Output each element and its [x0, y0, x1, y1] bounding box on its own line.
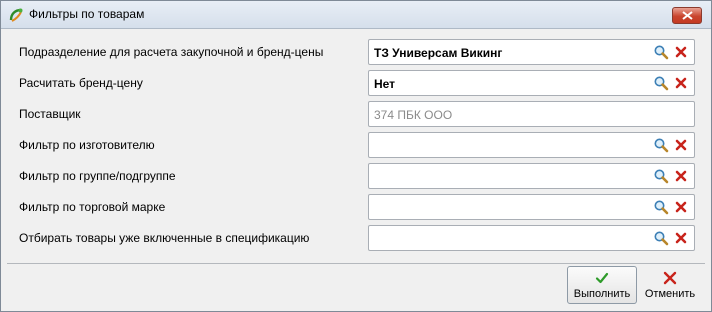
trademark-field[interactable]: [368, 194, 695, 220]
window-title: Фильтры по товарам: [29, 7, 145, 21]
search-icon[interactable]: [653, 44, 669, 60]
in-spec-field[interactable]: [368, 225, 695, 251]
field-value: 374 ПБК ООО: [374, 108, 453, 122]
filter-dialog: Фильтры по товарам Подразделение для рас…: [0, 0, 712, 312]
group-field[interactable]: [368, 163, 695, 189]
filter-label: Подразделение для расчета закупочной и б…: [19, 45, 324, 59]
search-icon[interactable]: [653, 137, 669, 153]
title-bar: Фильтры по товарам: [1, 1, 711, 29]
field-value: ТЗ Универсам Викинг: [374, 46, 503, 60]
search-icon[interactable]: [653, 75, 669, 91]
filter-label: Поставщик: [19, 107, 81, 121]
filter-label: Фильтр по изготовителю: [19, 138, 155, 152]
search-icon[interactable]: [653, 230, 669, 246]
field-value: Нет: [374, 77, 396, 91]
filter-row-manufacturer: Фильтр по изготовителю: [9, 131, 703, 159]
footer-divider: [7, 263, 705, 264]
filter-row-supplier: Поставщик 374 ПБК ООО: [9, 100, 703, 128]
supplier-field: 374 ПБК ООО: [368, 101, 695, 127]
clear-icon[interactable]: [675, 232, 687, 244]
division-field[interactable]: ТЗ Универсам Викинг: [368, 39, 695, 65]
search-icon[interactable]: [653, 168, 669, 184]
filter-label: Фильтр по группе/подгруппе: [19, 169, 176, 183]
manufacturer-field[interactable]: [368, 132, 695, 158]
filter-row-division: Подразделение для расчета закупочной и б…: [9, 38, 703, 66]
filter-row-group: Фильтр по группе/подгруппе: [9, 162, 703, 190]
clear-icon[interactable]: [675, 46, 687, 58]
filter-label: Отбирать товары уже включенные в специфи…: [19, 231, 310, 245]
clear-icon[interactable]: [675, 170, 687, 182]
clear-icon[interactable]: [675, 139, 687, 151]
clear-icon[interactable]: [675, 77, 687, 89]
filter-row-in-spec: Отбирать товары уже включенные в специфи…: [9, 224, 703, 252]
window-close-button[interactable]: [672, 7, 702, 24]
filters-panel: Подразделение для расчета закупочной и б…: [9, 36, 703, 262]
checkmark-icon: [595, 272, 609, 284]
app-icon: [9, 8, 23, 22]
cancel-icon: [663, 271, 677, 285]
filter-row-brand-price: Расчитать бренд-цену Нет: [9, 69, 703, 97]
filter-label: Расчитать бренд-цену: [19, 76, 143, 90]
brand-price-field[interactable]: Нет: [368, 70, 695, 96]
run-button[interactable]: Выполнить: [567, 266, 637, 304]
filter-label: Фильтр по торговой марке: [19, 200, 166, 214]
clear-icon[interactable]: [675, 201, 687, 213]
filter-row-trademark: Фильтр по торговой марке: [9, 193, 703, 221]
close-icon: [682, 11, 693, 20]
cancel-button[interactable]: Отменить: [639, 266, 701, 304]
run-button-label: Выполнить: [573, 288, 631, 300]
search-icon[interactable]: [653, 199, 669, 215]
cancel-button-label: Отменить: [644, 288, 696, 300]
